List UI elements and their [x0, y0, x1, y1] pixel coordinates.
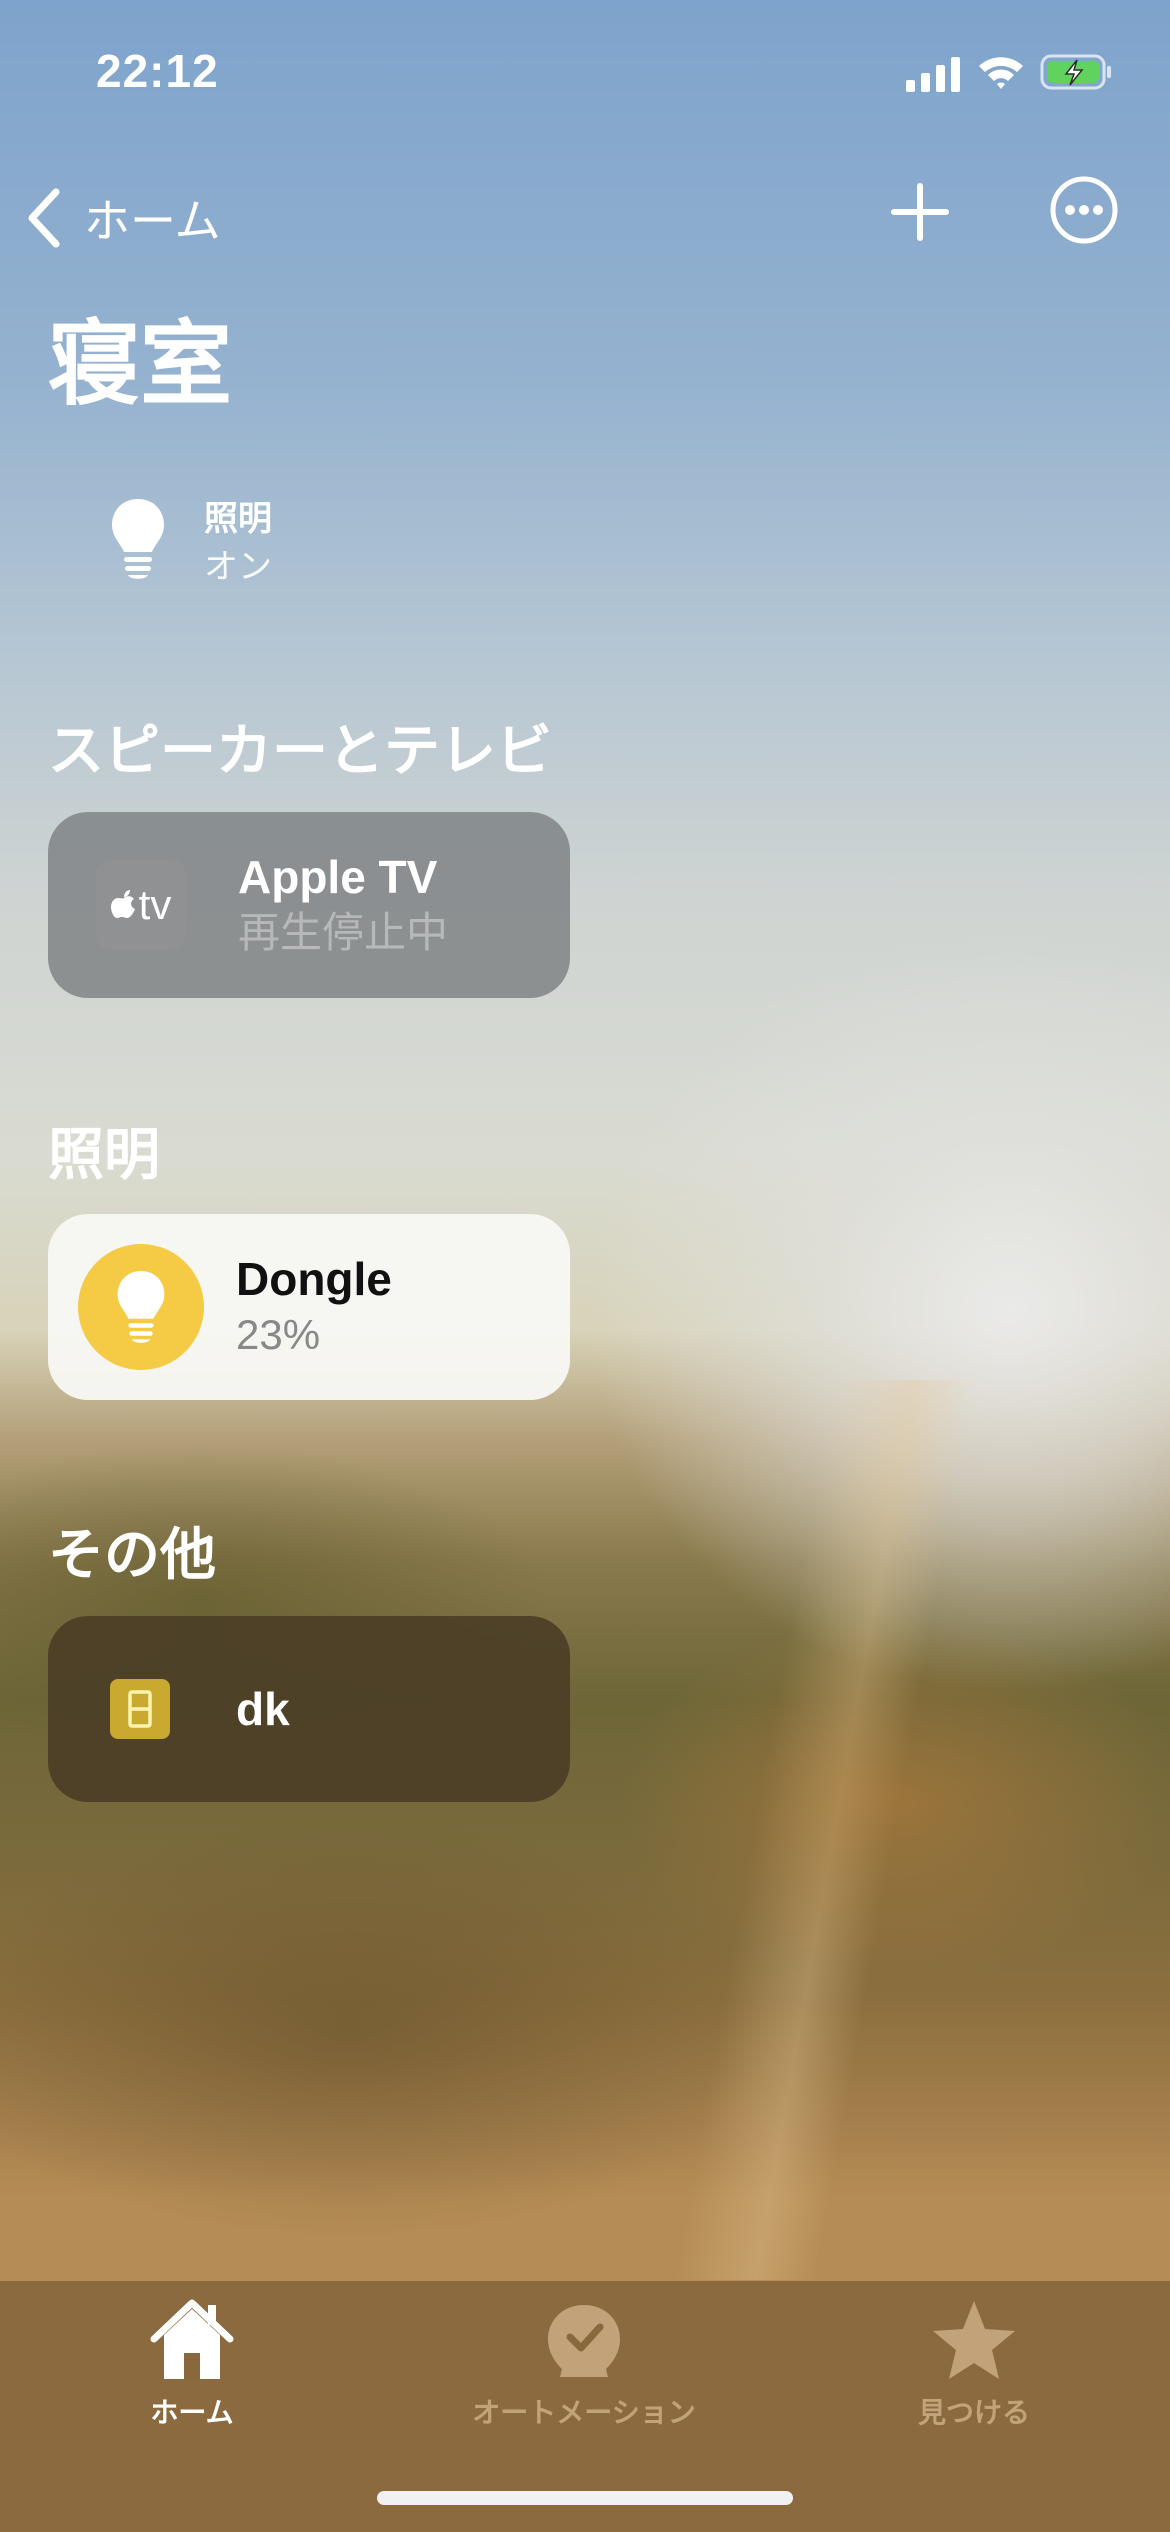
tab-label: ホーム — [150, 2396, 234, 2429]
outlet-icon — [110, 1679, 170, 1739]
room-title: 寝室 — [48, 311, 233, 418]
tab-home[interactable]: ホーム — [42, 2297, 342, 2431]
home-indicator[interactable] — [377, 2491, 793, 2505]
lightbulb-icon — [112, 499, 164, 579]
wifi-icon — [979, 57, 1023, 89]
add-icon[interactable] — [890, 182, 950, 242]
back-label: ホーム — [84, 194, 221, 248]
accessory-name: Dongle — [236, 1253, 392, 1305]
section-header-lighting: 照明 — [48, 1123, 160, 1188]
lightbulb-toggle[interactable] — [78, 1244, 204, 1370]
chevron-left-icon — [28, 188, 60, 248]
navigation-bar: ホーム — [0, 168, 1170, 268]
accessory-name: Apple TV — [238, 851, 438, 903]
lighting-status-button[interactable]: 照明 オン — [108, 496, 272, 592]
tab-discover[interactable]: 見つける — [824, 2297, 1124, 2431]
status-time: 22:12 — [96, 45, 219, 97]
star-icon — [933, 2301, 1015, 2379]
automation-icon — [548, 2305, 620, 2377]
status-name: 照明 — [204, 499, 272, 539]
house-icon — [150, 2299, 234, 2379]
tab-automation[interactable]: オートメーション — [434, 2297, 734, 2431]
status-value: オン — [204, 547, 272, 587]
section-header-speakers-tv: スピーカーとテレビ — [48, 719, 552, 784]
tab-label: オートメーション — [472, 2396, 696, 2429]
section-header-other: その他 — [48, 1523, 216, 1588]
apple-tv-icon: tv — [96, 860, 186, 950]
accessory-state: 再生停止中 — [238, 908, 449, 957]
back-button[interactable]: ホーム — [24, 178, 221, 258]
apple-logo-icon — [110, 890, 135, 918]
battery-charging-icon — [1040, 54, 1111, 90]
accessory-name: dk — [236, 1683, 290, 1735]
status-bar: 22:12 — [0, 0, 1170, 140]
cellular-signal-icon — [906, 57, 960, 92]
tab-label: 見つける — [917, 2396, 1030, 2429]
apple-tv-icon-text: tv — [138, 881, 172, 928]
lightbulb-icon — [117, 1271, 165, 1343]
accessory-tile-dk[interactable]: dk — [48, 1616, 570, 1802]
accessory-state: 23% — [236, 1311, 321, 1358]
accessory-tile-dongle[interactable]: Dongle 23% — [48, 1214, 570, 1400]
accessory-tile-apple-tv[interactable]: tv Apple TV 再生停止中 — [48, 812, 570, 998]
more-options-icon[interactable] — [1048, 174, 1120, 246]
